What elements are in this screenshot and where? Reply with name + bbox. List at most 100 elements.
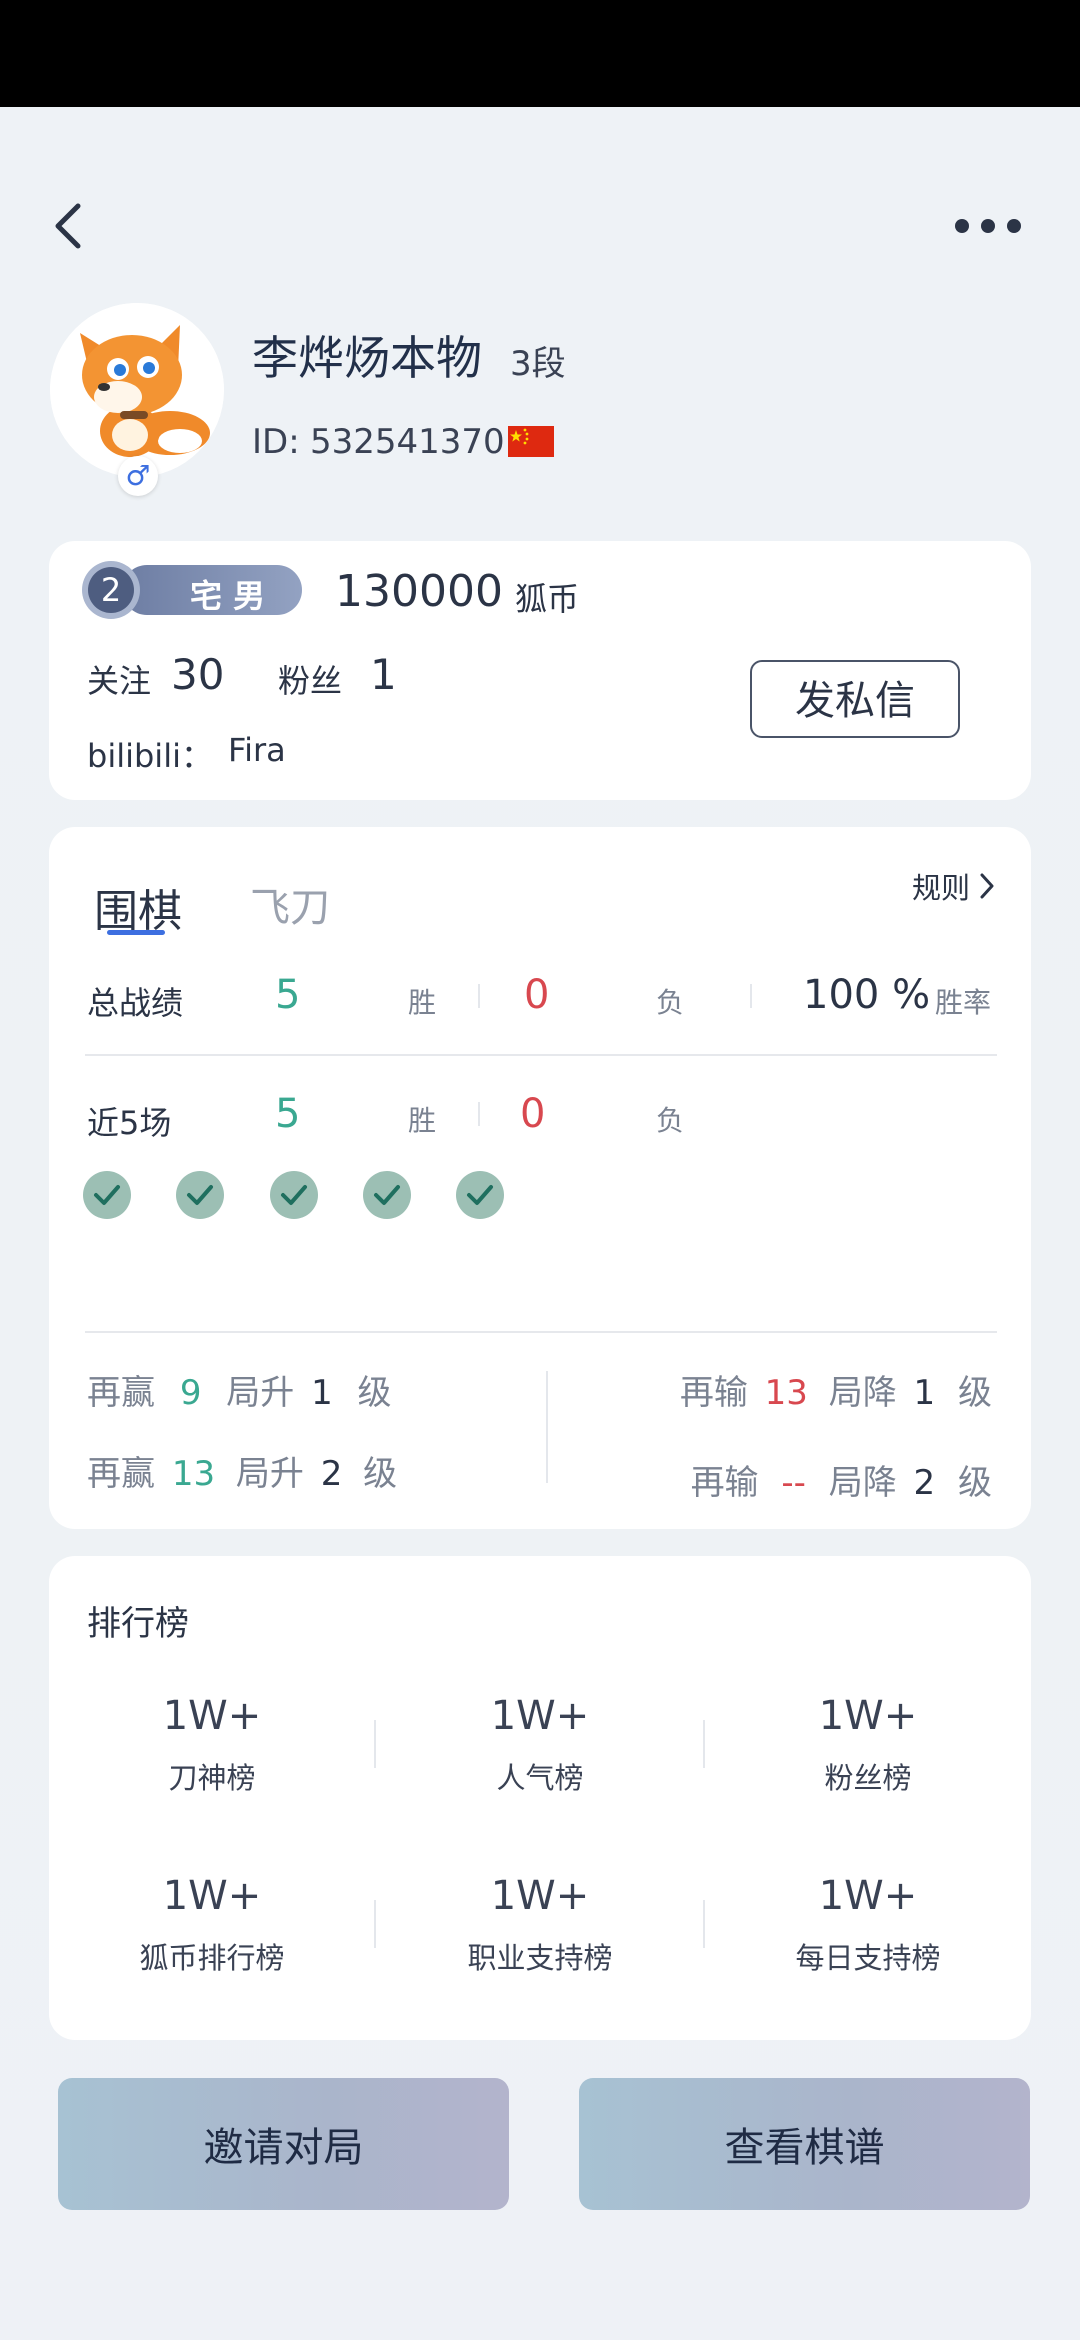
send-message-button[interactable]: 发私信 (750, 660, 960, 738)
promote-count: 13 (171, 1454, 216, 1494)
leaderboard-item[interactable]: 1W+ 狐币排行榜 (62, 1873, 362, 1977)
more-button[interactable] (953, 215, 1023, 237)
rules-link[interactable]: 规则 (912, 866, 998, 906)
divider (374, 1900, 376, 1948)
rules-label: 规则 (912, 871, 971, 905)
coin-amount: 130000 (335, 566, 503, 617)
divider (703, 1720, 705, 1768)
promote-prefix: 再赢 (87, 1373, 155, 1413)
leaderboard-value: 1W+ (490, 1693, 590, 1739)
total-wins: 5 (275, 972, 301, 1018)
recent-record-label: 近5场 (87, 1104, 172, 1142)
back-button[interactable] (50, 200, 90, 252)
divider (478, 984, 480, 1008)
demote-levels: 2 (913, 1463, 936, 1503)
badge-level: 2 (88, 567, 134, 613)
avatar[interactable] (50, 303, 224, 477)
badge-title: 宅 男 (190, 577, 266, 615)
demote-suffix: 级 (958, 1373, 992, 1413)
total-win-label: 胜 (408, 986, 437, 1019)
promote-middle: 局升 (226, 1373, 295, 1413)
leaderboard-value: 1W+ (818, 1873, 918, 1919)
demote-levels: 1 (913, 1373, 936, 1413)
invite-match-button[interactable]: 邀请对局 (58, 2078, 509, 2210)
fox-avatar (50, 303, 224, 477)
leaderboard-title: 排行榜 (87, 1604, 189, 1644)
recent-wins: 5 (275, 1091, 301, 1137)
result-win-icon (363, 1171, 411, 1219)
divider (703, 1900, 705, 1948)
demote-suffix: 级 (958, 1463, 992, 1503)
leaderboard-value: 1W+ (818, 1693, 918, 1739)
demote-prefix: 再输 (679, 1373, 748, 1413)
user-id-value: 532541370 (310, 422, 505, 462)
leaderboard-label: 刀神榜 (168, 1761, 256, 1795)
title-badge: 2 宅 男 (82, 561, 302, 619)
leaderboard-label: 职业支持榜 (467, 1941, 613, 1975)
bilibili-name[interactable]: Fira (228, 731, 286, 769)
china-flag-icon (508, 426, 554, 457)
result-win-icon (83, 1171, 131, 1219)
recent-losses: 0 (520, 1091, 546, 1137)
demote-prefix: 再输 (690, 1463, 759, 1503)
leaderboard-item[interactable]: 1W+ 粉丝榜 (718, 1693, 1018, 1797)
promote-count: 9 (179, 1373, 202, 1413)
promote-middle: 局升 (235, 1454, 304, 1494)
recent-win-label: 胜 (408, 1104, 437, 1137)
divider (750, 984, 752, 1008)
fans-count[interactable]: 1 (370, 650, 397, 699)
demote-middle: 局降 (828, 1373, 897, 1413)
leaderboard-label: 粉丝榜 (824, 1761, 912, 1795)
promote-levels: 2 (320, 1454, 343, 1494)
promote-levels: 1 (311, 1373, 333, 1413)
leaderboard-item[interactable]: 1W+ 刀神榜 (62, 1693, 362, 1797)
promote-suffix: 级 (363, 1454, 398, 1494)
promote-suffix: 级 (357, 1373, 392, 1413)
promote-row-2: 再赢 13 局升 2 级 (87, 1446, 397, 1495)
leaderboard-label: 每日支持榜 (795, 1941, 941, 1975)
divider (546, 1371, 548, 1483)
total-loss-label: 负 (656, 986, 685, 1019)
fans-label[interactable]: 粉丝 (278, 656, 342, 702)
demote-count: 13 (764, 1373, 808, 1413)
win-rate: 100 % (803, 972, 931, 1018)
chevron-left-icon (55, 203, 81, 249)
user-rank: 3段 (510, 344, 566, 384)
total-losses: 0 (524, 972, 550, 1018)
chevron-right-icon (980, 873, 994, 899)
leaderboard-value: 1W+ (162, 1693, 262, 1739)
leaderboard-label: 人气榜 (496, 1761, 584, 1795)
leaderboard-item[interactable]: 1W+ 人气榜 (390, 1693, 690, 1797)
follow-count[interactable]: 30 (171, 650, 224, 699)
divider (478, 1102, 480, 1126)
leaderboard-item[interactable]: 1W+ 每日支持榜 (718, 1873, 1018, 1977)
coin-unit: 狐币 (515, 580, 580, 618)
demote-count: -- (781, 1463, 806, 1503)
divider (374, 1720, 376, 1768)
view-records-button[interactable]: 查看棋谱 (579, 2078, 1030, 2210)
result-win-icon (270, 1171, 318, 1219)
demote-row-1: 再输 13 局降 1 级 (680, 1365, 992, 1414)
status-bar (0, 0, 1080, 107)
user-name: 李烨炀本物 (252, 331, 482, 385)
follow-label[interactable]: 关注 (87, 656, 151, 702)
demote-middle: 局降 (828, 1463, 897, 1503)
promote-prefix: 再赢 (87, 1454, 155, 1494)
tab-active-indicator (107, 930, 165, 935)
result-win-icon (456, 1171, 504, 1219)
leaderboard-label: 狐币排行榜 (139, 1941, 285, 1975)
tab-feidao[interactable]: 飞刀 (250, 875, 330, 933)
bilibili-label: bilibili： (87, 737, 213, 775)
leaderboard-item[interactable]: 1W+ 职业支持榜 (390, 1873, 690, 1977)
divider (85, 1331, 997, 1333)
win-rate-label: 胜率 (935, 986, 992, 1019)
gender-icon: ♂ (118, 456, 158, 496)
promote-row-1: 再赢 9 局升 1 级 (87, 1365, 392, 1414)
user-id-label: ID: (252, 422, 300, 462)
demote-row-2: 再输 -- 局降 2 级 (691, 1455, 992, 1504)
more-dots-icon (955, 219, 1021, 233)
leaderboard-value: 1W+ (162, 1873, 262, 1919)
divider (85, 1054, 997, 1056)
recent-loss-label: 负 (656, 1104, 685, 1137)
result-win-icon (176, 1171, 224, 1219)
